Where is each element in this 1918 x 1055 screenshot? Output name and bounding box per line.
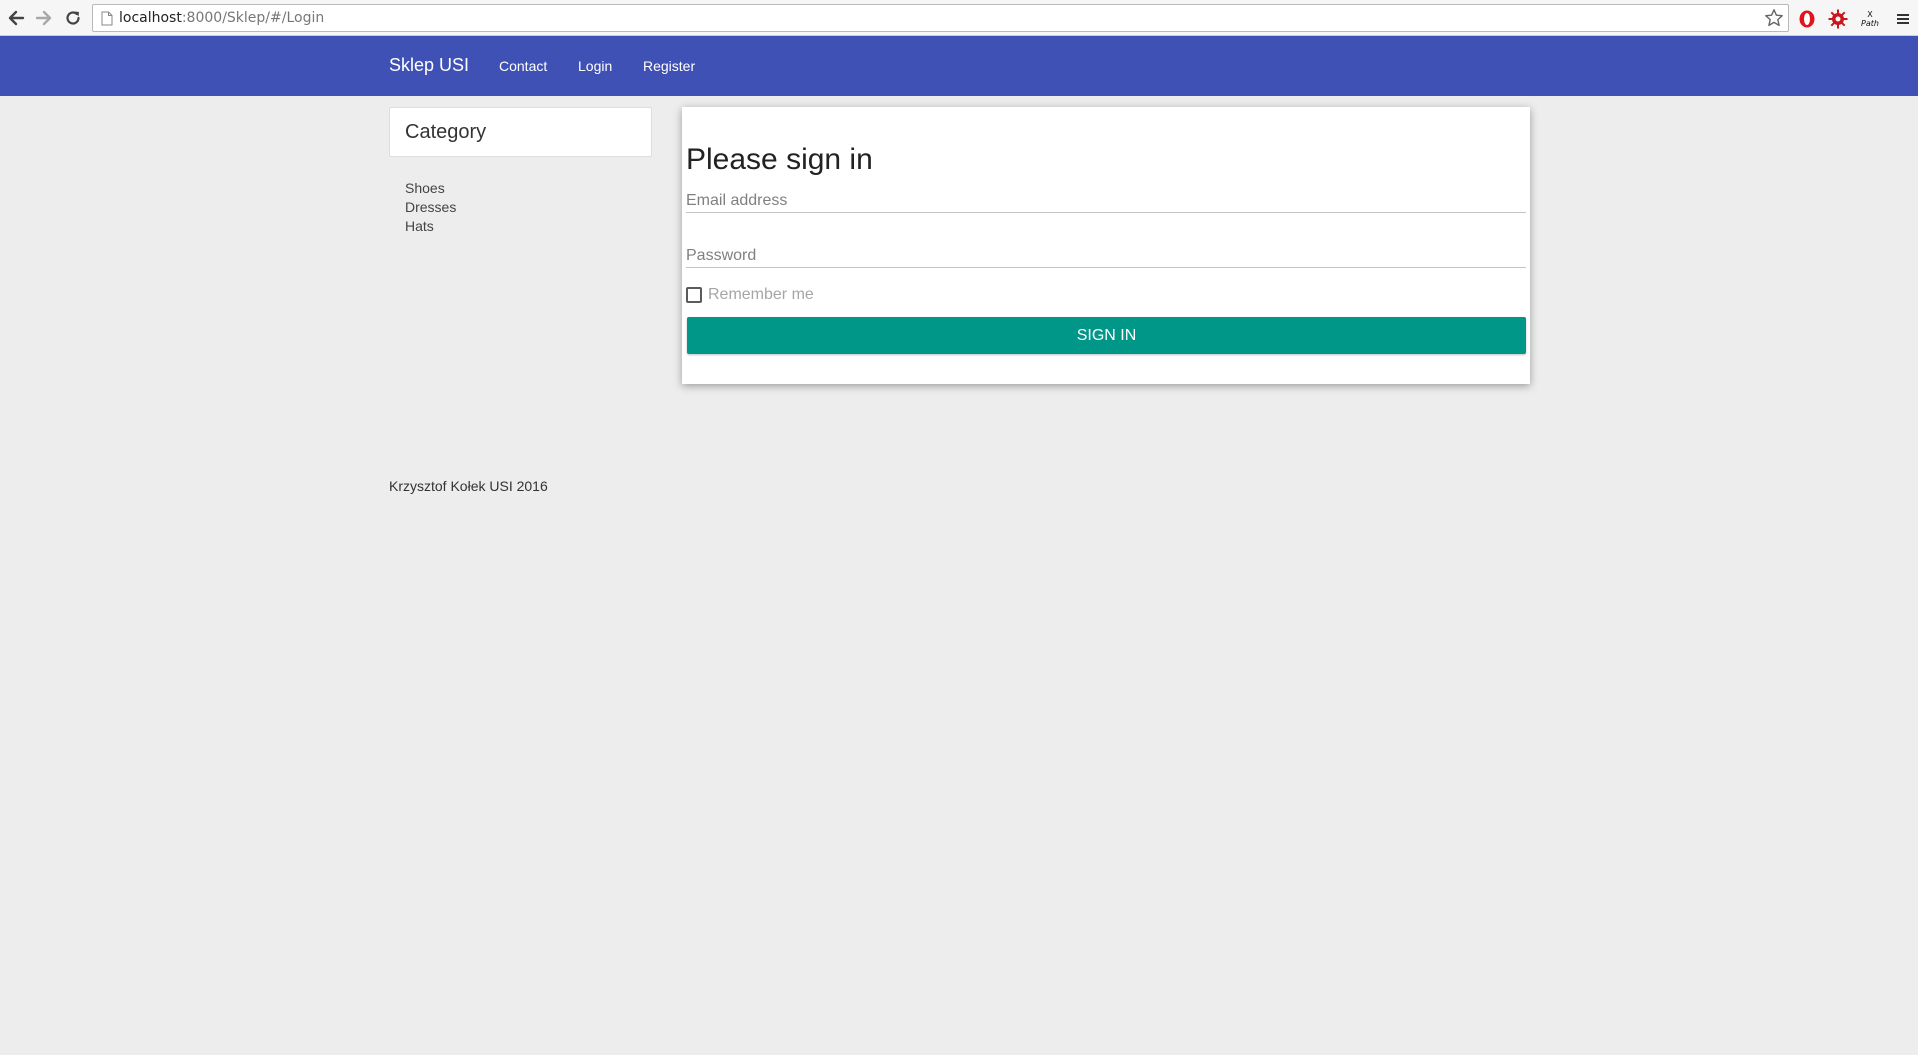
menu-icon[interactable]	[1892, 8, 1914, 30]
svg-text:X: X	[1867, 10, 1873, 19]
password-field[interactable]	[686, 244, 1526, 268]
footer-text: Krzysztof Kołek USI 2016	[389, 478, 548, 494]
category-item-shoes[interactable]: Shoes	[405, 179, 456, 198]
page-icon	[101, 11, 113, 31]
login-card: Please sign in Remember me Sign in	[682, 107, 1530, 384]
opera-icon[interactable]	[1796, 8, 1818, 30]
category-item-dresses[interactable]: Dresses	[405, 198, 456, 217]
category-panel: Category	[389, 107, 652, 157]
nav-link-register[interactable]: Register	[643, 58, 695, 74]
sign-in-button[interactable]: Sign in	[687, 317, 1526, 354]
url-text: localhost:8000/Sklep/#/Login	[119, 10, 325, 26]
category-item-hats[interactable]: Hats	[405, 217, 456, 236]
login-title: Please sign in	[686, 143, 873, 176]
top-navbar: Sklep USI Contact Login Register	[0, 36, 1918, 96]
remember-me-row: Remember me	[686, 285, 814, 305]
browser-toolbar: localhost:8000/Sklep/#/Login X Path	[0, 0, 1918, 36]
brand-link[interactable]: Sklep USI	[389, 55, 469, 76]
remember-me-label[interactable]: Remember me	[708, 286, 814, 304]
gear-extension-icon[interactable]	[1827, 8, 1849, 30]
address-bar[interactable]: localhost:8000/Sklep/#/Login	[92, 4, 1789, 32]
nav-link-contact[interactable]: Contact	[499, 58, 547, 74]
category-title: Category	[405, 121, 487, 143]
back-arrow-icon[interactable]	[6, 7, 26, 29]
email-field[interactable]	[686, 189, 1526, 213]
star-icon[interactable]	[1764, 8, 1784, 33]
category-list: Shoes Dresses Hats	[405, 179, 456, 236]
remember-me-checkbox[interactable]	[686, 287, 702, 303]
svg-text:Path: Path	[1861, 19, 1879, 28]
forward-arrow-icon[interactable]	[34, 7, 54, 29]
nav-link-login[interactable]: Login	[578, 58, 612, 74]
xpath-extension-icon[interactable]: X Path	[1859, 8, 1881, 30]
reload-icon[interactable]	[63, 7, 83, 29]
